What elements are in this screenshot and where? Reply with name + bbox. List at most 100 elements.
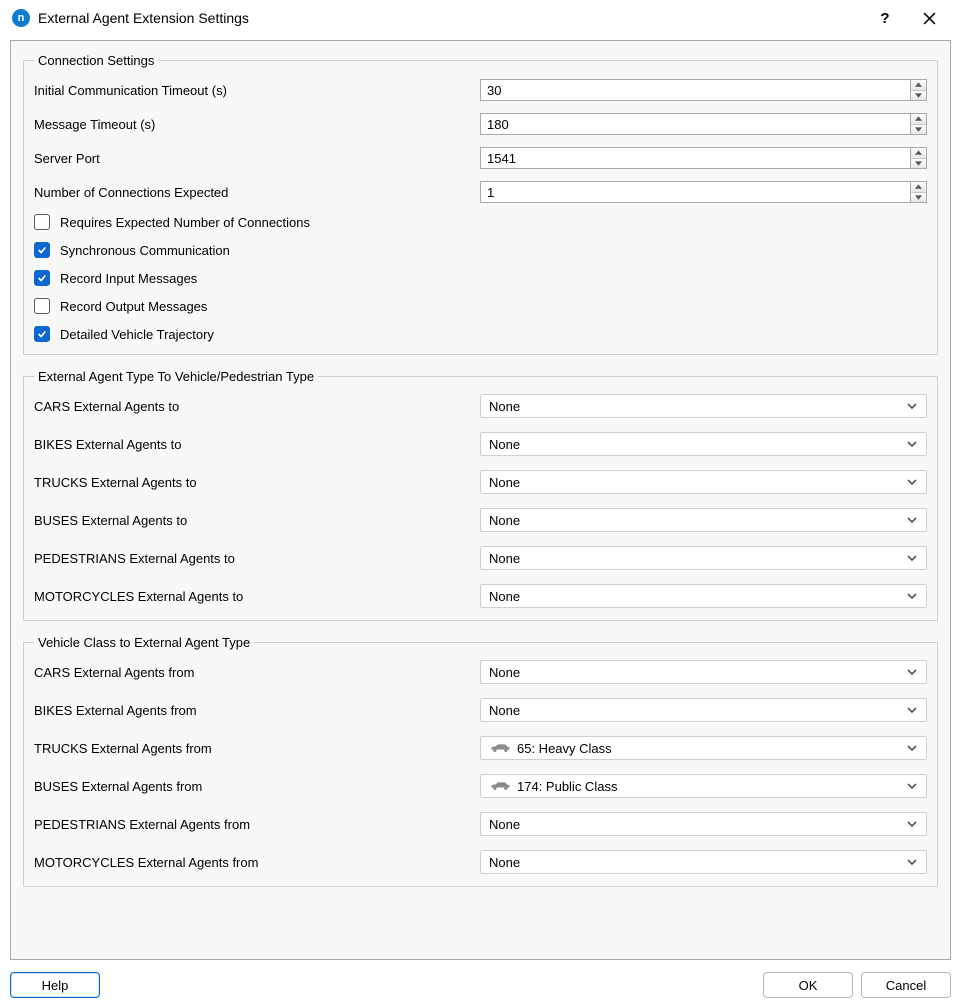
requires-label: Requires Expected Number of Connections — [60, 215, 310, 230]
initial-timeout-input[interactable] — [480, 79, 910, 101]
select-dropdown[interactable]: None — [480, 698, 927, 722]
select-row: PEDESTRIANS External Agents to None — [34, 546, 927, 570]
select-label: PEDESTRIANS External Agents to — [34, 551, 480, 566]
context-help-button[interactable]: ? — [865, 10, 905, 27]
select-dropdown[interactable]: None — [480, 850, 927, 874]
server-port-input[interactable] — [480, 147, 910, 169]
select-row: BUSES External Agents to None — [34, 508, 927, 532]
num-connections-input[interactable] — [480, 181, 910, 203]
chevron-down-icon — [906, 780, 918, 792]
initial-timeout-label: Initial Communication Timeout (s) — [34, 83, 480, 98]
titlebar: n External Agent Extension Settings ? — [0, 0, 961, 36]
select-value: 174: Public Class — [517, 779, 906, 794]
select-row: PEDESTRIANS External Agents fromNone — [34, 812, 927, 836]
select-label: BIKES External Agents from — [34, 703, 480, 718]
window-title: External Agent Extension Settings — [38, 10, 865, 26]
chevron-down-icon — [906, 666, 918, 678]
select-row: CARS External Agents from None — [34, 660, 927, 684]
vehicle-icon — [489, 742, 511, 754]
vehicle-icon — [489, 780, 511, 792]
footer: Help OK Cancel — [10, 972, 951, 998]
chevron-down-icon — [906, 856, 918, 868]
server-port-label: Server Port — [34, 151, 480, 166]
message-timeout-input[interactable] — [480, 113, 910, 135]
help-button[interactable]: Help — [10, 972, 100, 998]
sync-checkbox-row[interactable]: Synchronous Communication — [34, 242, 927, 258]
select-dropdown[interactable]: 65: Heavy Class — [480, 736, 927, 760]
requires-checkbox-row[interactable]: Requires Expected Number of Connections — [34, 214, 927, 230]
select-value: None — [489, 551, 906, 566]
record-output-checkbox-row[interactable]: Record Output Messages — [34, 298, 927, 314]
initial-timeout-spinner[interactable] — [480, 79, 927, 101]
select-value: None — [489, 817, 906, 832]
select-dropdown[interactable]: None — [480, 432, 927, 456]
chevron-down-icon — [906, 704, 918, 716]
to-vehicle-legend: External Agent Type To Vehicle/Pedestria… — [34, 369, 318, 384]
chevron-down-icon — [906, 590, 918, 602]
select-label: CARS External Agents to — [34, 399, 480, 414]
chevron-down-icon — [906, 818, 918, 830]
cancel-button[interactable]: Cancel — [861, 972, 951, 998]
spin-up-icon[interactable] — [911, 114, 926, 124]
select-value: None — [489, 399, 906, 414]
requires-checkbox[interactable] — [34, 214, 50, 230]
select-dropdown[interactable]: 174: Public Class — [480, 774, 927, 798]
select-dropdown[interactable]: None — [480, 470, 927, 494]
record-output-checkbox[interactable] — [34, 298, 50, 314]
detailed-traj-checkbox[interactable] — [34, 326, 50, 342]
spin-down-icon[interactable] — [911, 192, 926, 203]
select-label: CARS External Agents from — [34, 665, 480, 680]
chevron-down-icon — [906, 552, 918, 564]
select-label: MOTORCYCLES External Agents to — [34, 589, 480, 604]
select-label: MOTORCYCLES External Agents from — [34, 855, 480, 870]
spin-down-icon[interactable] — [911, 124, 926, 135]
select-dropdown[interactable]: None — [480, 508, 927, 532]
select-row: BUSES External Agents from 174: Public Cl… — [34, 774, 927, 798]
spin-up-icon[interactable] — [911, 148, 926, 158]
select-dropdown[interactable]: None — [480, 584, 927, 608]
spin-down-icon[interactable] — [911, 158, 926, 169]
spin-down-icon[interactable] — [911, 90, 926, 101]
num-connections-spinner[interactable] — [480, 181, 927, 203]
message-timeout-label: Message Timeout (s) — [34, 117, 480, 132]
detailed-traj-label: Detailed Vehicle Trajectory — [60, 327, 214, 342]
select-label: TRUCKS External Agents from — [34, 741, 480, 756]
select-row: BIKES External Agents fromNone — [34, 698, 927, 722]
spin-up-icon[interactable] — [911, 182, 926, 192]
select-label: BUSES External Agents from — [34, 779, 480, 794]
select-dropdown[interactable]: None — [480, 394, 927, 418]
ok-button[interactable]: OK — [763, 972, 853, 998]
num-connections-label: Number of Connections Expected — [34, 185, 480, 200]
select-value: None — [489, 589, 906, 604]
select-dropdown[interactable]: None — [480, 812, 927, 836]
chevron-down-icon — [906, 514, 918, 526]
app-icon: n — [12, 9, 30, 27]
select-dropdown[interactable]: None — [480, 546, 927, 570]
select-value: 65: Heavy Class — [517, 741, 906, 756]
chevron-down-icon — [906, 400, 918, 412]
chevron-down-icon — [906, 438, 918, 450]
select-label: BUSES External Agents to — [34, 513, 480, 528]
select-label: TRUCKS External Agents to — [34, 475, 480, 490]
select-row: TRUCKS External Agents toNone — [34, 470, 927, 494]
select-dropdown[interactable]: None — [480, 660, 927, 684]
chevron-down-icon — [906, 476, 918, 488]
message-timeout-spinner[interactable] — [480, 113, 927, 135]
select-value: None — [489, 437, 906, 452]
to-vehicle-group: External Agent Type To Vehicle/Pedestria… — [23, 369, 938, 621]
select-row: BIKES External Agents toNone — [34, 432, 927, 456]
select-value: None — [489, 855, 906, 870]
select-row: MOTORCYCLES External Agents to None — [34, 584, 927, 608]
connection-settings-legend: Connection Settings — [34, 53, 158, 68]
row-message-timeout: Message Timeout (s) — [34, 112, 927, 136]
close-button[interactable] — [909, 4, 949, 32]
sync-checkbox[interactable] — [34, 242, 50, 258]
select-value: None — [489, 665, 906, 680]
select-value: None — [489, 513, 906, 528]
record-input-checkbox[interactable] — [34, 270, 50, 286]
server-port-spinner[interactable] — [480, 147, 927, 169]
sync-label: Synchronous Communication — [60, 243, 230, 258]
record-input-checkbox-row[interactable]: Record Input Messages — [34, 270, 927, 286]
spin-up-icon[interactable] — [911, 80, 926, 90]
detailed-traj-checkbox-row[interactable]: Detailed Vehicle Trajectory — [34, 326, 927, 342]
